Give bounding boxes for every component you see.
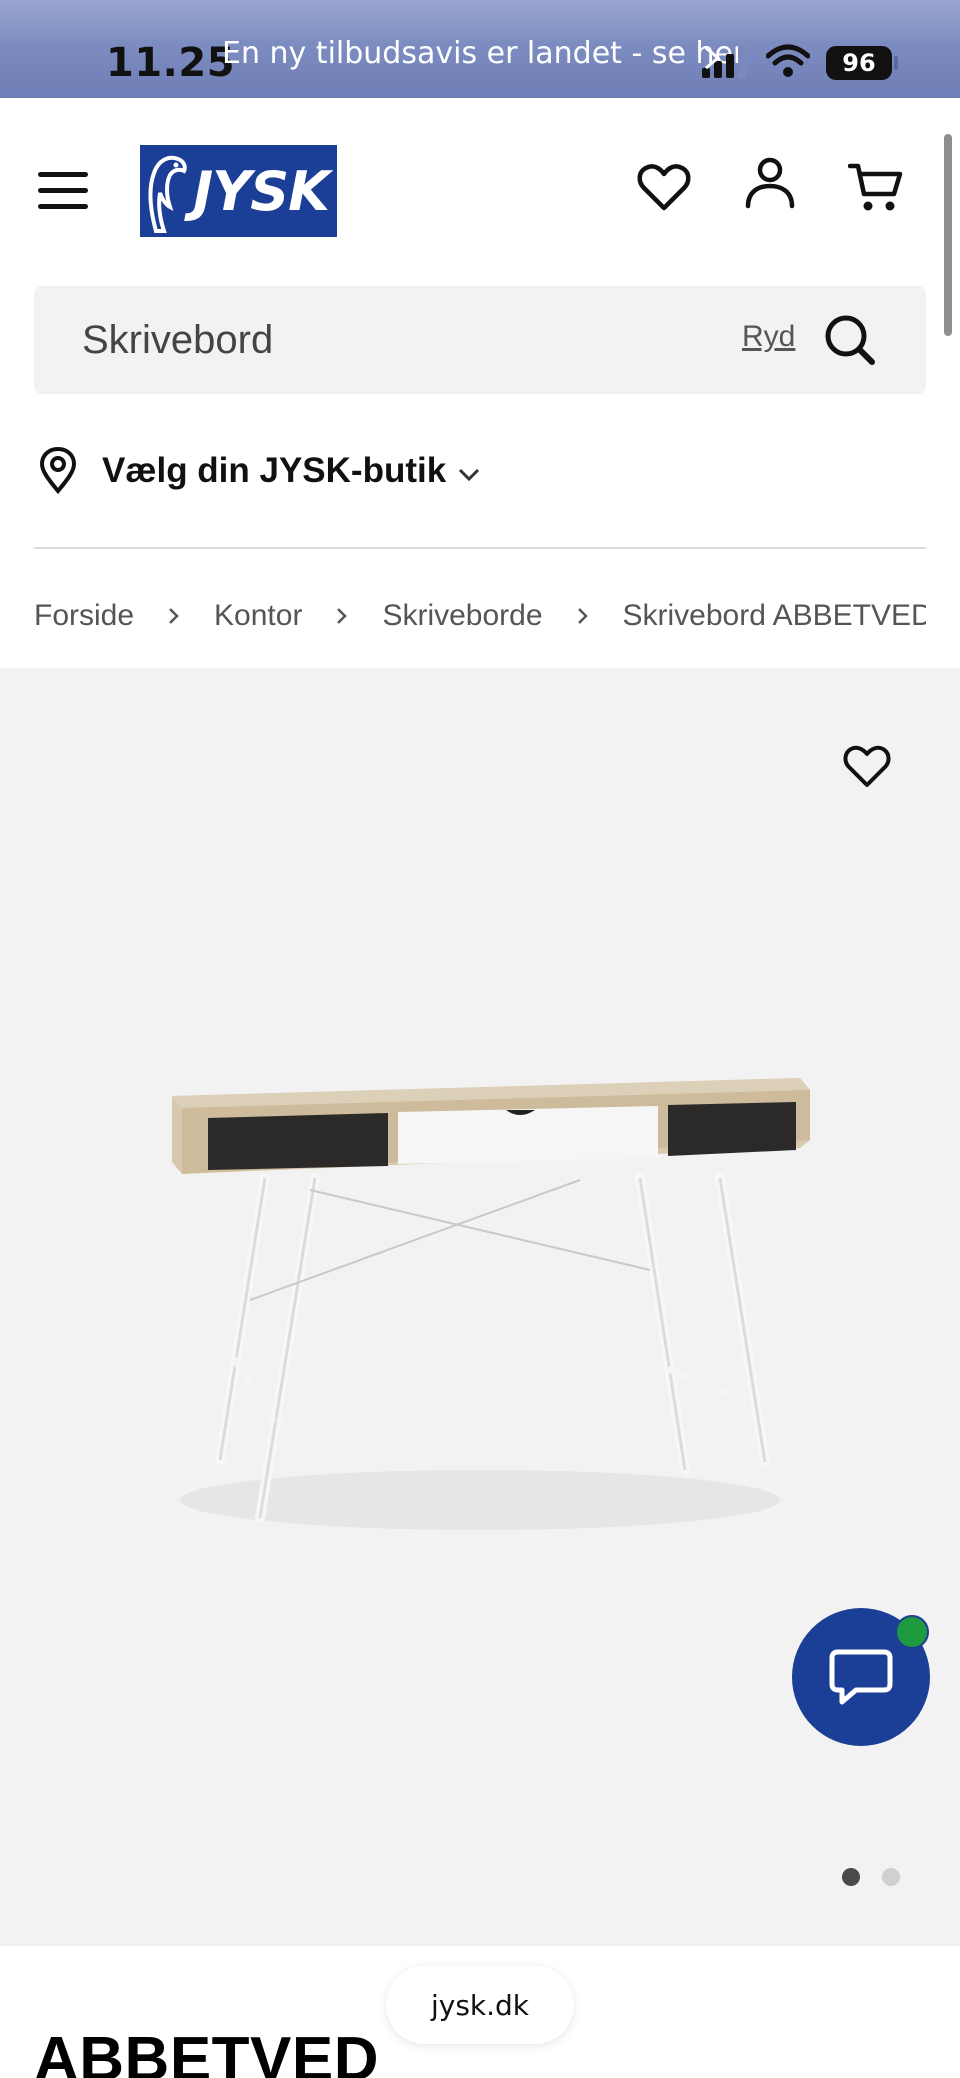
product-image-desk[interactable] <box>150 1060 820 1540</box>
heart-icon[interactable] <box>842 742 892 792</box>
store-picker-label: Vælg din JYSK-butik <box>102 451 447 490</box>
battery-tip <box>894 56 898 70</box>
notification-banner[interactable]: En ny tilbudsavis er landet - se her <box>222 36 745 71</box>
chat-icon <box>829 1649 893 1705</box>
carousel-dot-active[interactable] <box>842 1868 860 1886</box>
signal-icon <box>702 46 746 78</box>
cart-icon[interactable] <box>848 160 904 216</box>
menu-icon <box>38 172 88 177</box>
battery-icon: 96 <box>826 46 892 80</box>
chevron-right-icon <box>169 608 179 624</box>
chevron-right-icon <box>337 608 348 624</box>
search-input[interactable] <box>82 308 682 372</box>
clock: 11.25 <box>106 40 236 86</box>
breadcrumb-item-kontor[interactable]: Kontor <box>214 599 302 633</box>
product-title: ABBETVED <box>34 2025 380 2078</box>
carousel-dots <box>842 1868 922 1886</box>
breadcrumb-item-current: Skrivebord ABBETVED 48x <box>622 599 926 632</box>
wifi-icon <box>766 44 810 77</box>
location-pin-icon <box>39 447 77 495</box>
carousel-dot[interactable] <box>882 1868 900 1886</box>
store-picker[interactable]: Vælg din JYSK-butik <box>34 440 482 502</box>
jysk-logo[interactable]: JYSK <box>140 145 337 237</box>
heart-icon[interactable] <box>636 160 692 216</box>
user-icon[interactable] <box>742 154 798 210</box>
status-bar: 11.25 En ny tilbudsavis er landet - se h… <box>0 0 960 98</box>
logo-wordmark: JYSK <box>193 159 330 223</box>
breadcrumb-item-forside[interactable]: Forside <box>34 599 134 633</box>
chevron-down-icon <box>459 468 480 482</box>
menu-button[interactable] <box>38 172 88 212</box>
search-bar: Ryd <box>34 286 926 394</box>
browser-url-bar[interactable]: jysk.dk <box>386 1966 574 2044</box>
divider <box>34 547 926 549</box>
clear-search-link[interactable]: Ryd <box>742 320 795 354</box>
bird-logo-icon <box>148 155 187 233</box>
breadcrumb: Forside Kontor Skriveborde Skrivebord AB… <box>34 592 926 640</box>
scrollbar[interactable] <box>944 134 952 336</box>
chevron-right-icon <box>577 608 588 624</box>
breadcrumb-item-skriveborde[interactable]: Skriveborde <box>382 599 542 633</box>
online-status-dot <box>895 1615 929 1649</box>
search-icon[interactable] <box>822 312 878 368</box>
